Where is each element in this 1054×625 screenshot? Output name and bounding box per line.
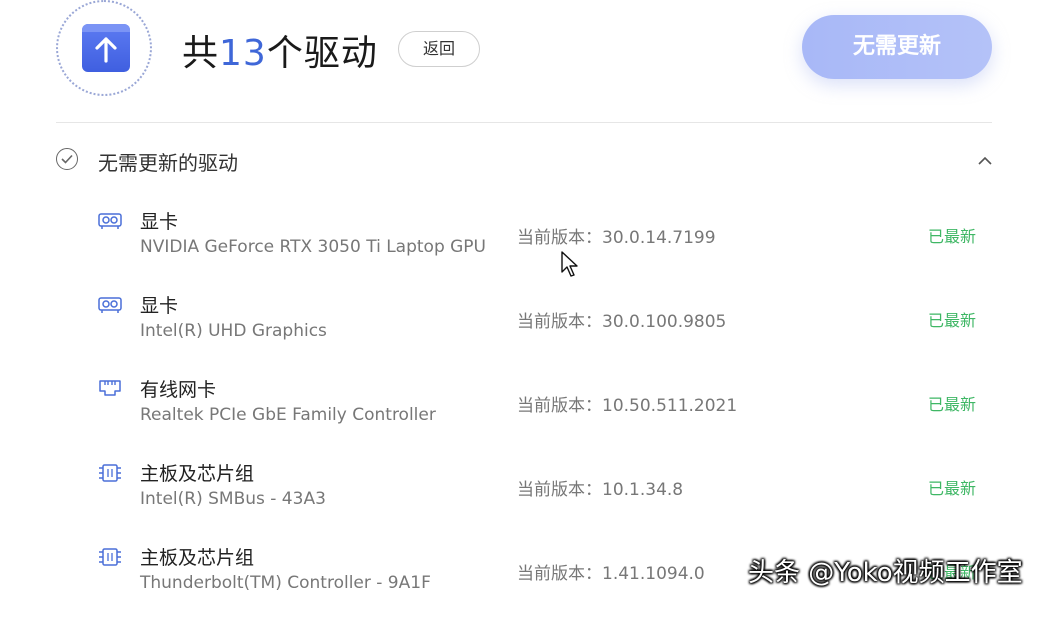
driver-model: Realtek PCIe GbE Family Controller: [140, 405, 436, 425]
driver-row: 显卡 NVIDIA GeForce RTX 3050 Ti Laptop GPU…: [0, 205, 1054, 289]
driver-version: 当前版本：30.0.100.9805: [517, 312, 727, 332]
driver-model: Intel(R) UHD Graphics: [140, 321, 327, 341]
status-badge: 已最新: [928, 311, 977, 330]
driver-version: 当前版本：10.1.34.8: [517, 480, 684, 500]
driver-category: 有线网卡: [140, 379, 217, 401]
status-badge: 已最新: [928, 395, 977, 414]
driver-model: Thunderbolt(TM) Controller - 9A1F: [140, 573, 431, 593]
driver-category: 主板及芯片组: [140, 547, 255, 569]
status-badge: 已最新: [928, 227, 977, 246]
driver-version: 当前版本：1.41.1094.0: [517, 564, 705, 584]
driver-version: 当前版本：10.50.511.2021: [517, 396, 738, 416]
chip-icon: [98, 463, 122, 483]
driver-version: 当前版本：30.0.14.7199: [517, 228, 716, 248]
gpu-icon: [98, 295, 122, 315]
ethernet-icon: [98, 379, 122, 399]
driver-row: 显卡 Intel(R) UHD Graphics 当前版本：30.0.100.9…: [0, 289, 1054, 373]
driver-model: Intel(R) SMBus - 43A3: [140, 489, 326, 509]
driver-row: 主板及芯片组 Intel(R) SMBus - 43A3 当前版本：10.1.3…: [0, 457, 1054, 541]
driver-category: 显卡: [140, 211, 179, 233]
mouse-cursor-icon: [560, 250, 580, 282]
driver-category: 主板及芯片组: [140, 463, 255, 485]
gpu-icon: [98, 211, 122, 231]
driver-model: NVIDIA GeForce RTX 3050 Ti Laptop GPU: [140, 237, 487, 257]
chip-icon: [98, 547, 122, 567]
driver-row: 有线网卡 Realtek PCIe GbE Family Controller …: [0, 373, 1054, 457]
driver-category: 显卡: [140, 295, 179, 317]
status-badge: 已最新: [928, 479, 977, 498]
watermark: 头条 @Yoko视频工作室: [748, 558, 1023, 588]
